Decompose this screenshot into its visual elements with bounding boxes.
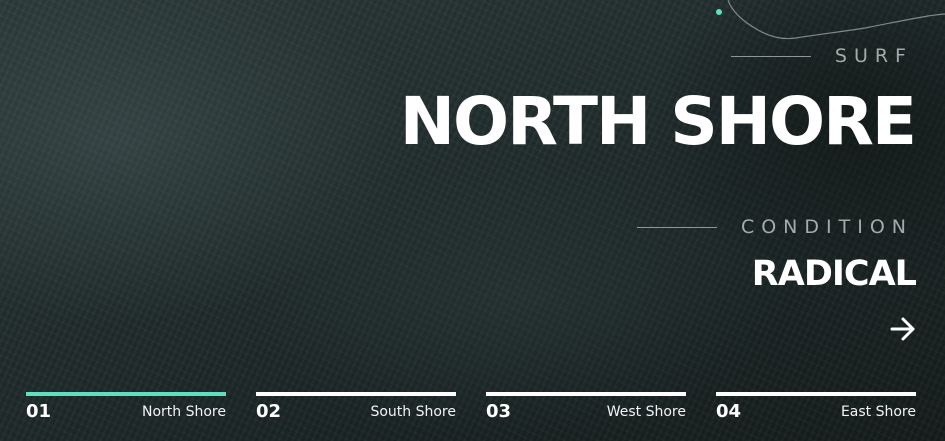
tab-number: 01 — [26, 401, 52, 422]
condition-kicker: CONDITION — [636, 216, 913, 238]
tab-south-shore[interactable]: 02 South Shore — [256, 392, 456, 426]
tab-label: East Shore — [840, 404, 916, 420]
location-dot-icon — [716, 9, 722, 15]
surf-kicker: SURF — [730, 45, 913, 67]
map-outline-decoration — [716, 0, 945, 40]
kicker-divider — [730, 55, 811, 57]
next-button[interactable] — [889, 316, 917, 342]
condition-value: RADICAL — [751, 254, 917, 294]
tab-progress-bar — [256, 392, 456, 396]
tab-number: 03 — [486, 401, 512, 422]
tab-progress-bar — [486, 392, 686, 396]
shore-tabs: 01 North Shore 02 South Shore 03 West Sh… — [26, 392, 916, 432]
kicker-divider — [636, 226, 717, 228]
tab-label: North Shore — [142, 404, 226, 420]
tab-label: South Shore — [370, 404, 456, 420]
surf-kicker-label: SURF — [834, 45, 913, 67]
page-title: NORTH SHORE — [399, 83, 917, 160]
tab-label: West Shore — [606, 404, 686, 420]
tab-number: 02 — [256, 401, 282, 422]
tab-number: 04 — [716, 401, 742, 422]
tab-east-shore[interactable]: 04 East Shore — [716, 392, 916, 426]
tab-progress-bar — [716, 392, 916, 396]
tab-progress-bar — [26, 392, 226, 396]
tab-west-shore[interactable]: 03 West Shore — [486, 392, 686, 426]
tab-north-shore[interactable]: 01 North Shore — [26, 392, 226, 426]
arrow-right-icon — [890, 317, 915, 341]
condition-kicker-label: CONDITION — [740, 216, 913, 238]
